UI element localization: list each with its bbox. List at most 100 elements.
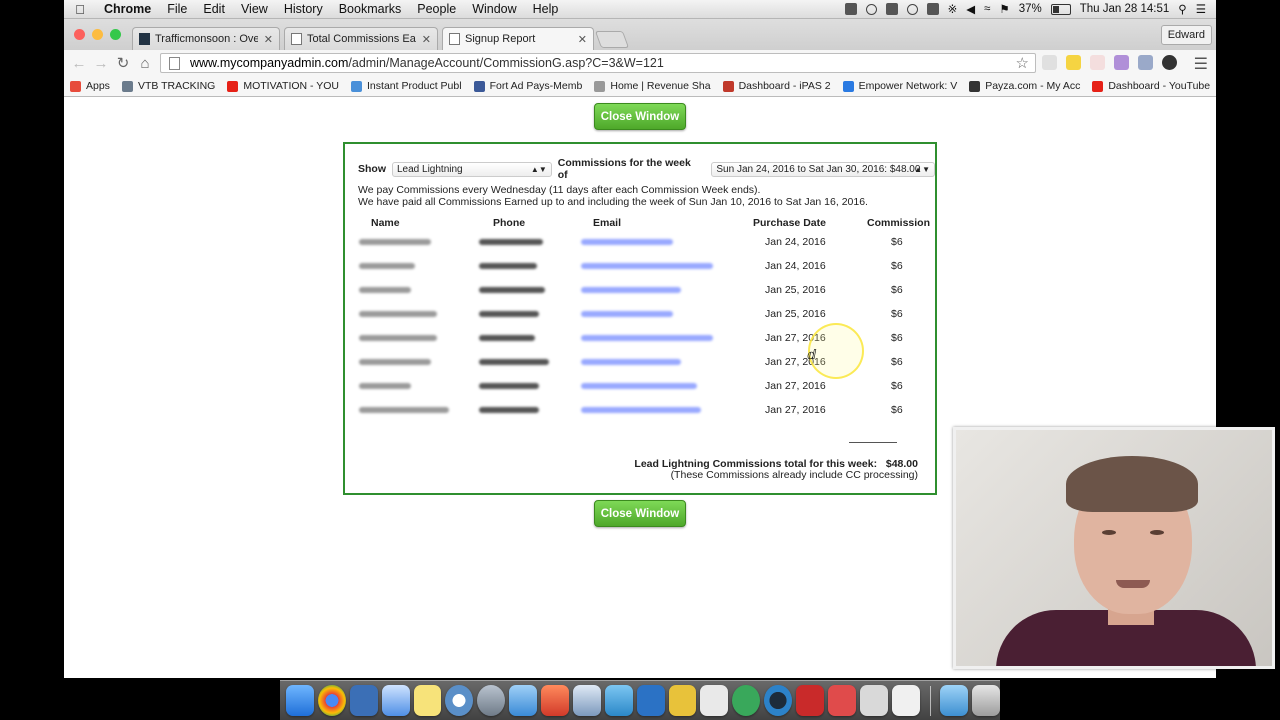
app-icon[interactable] — [604, 685, 633, 716]
notes-icon[interactable] — [413, 685, 442, 716]
sync-icon[interactable] — [906, 3, 918, 15]
window-maximize-button[interactable] — [110, 29, 121, 40]
profile-button[interactable]: Edward — [1160, 25, 1212, 45]
bookmark-label: Empower Network: V — [858, 80, 958, 92]
menu-window[interactable]: Window — [464, 2, 524, 16]
close-tab-icon[interactable]: ✕ — [422, 33, 431, 46]
tab-trafficmonsoon[interactable]: Trafficmonsoon : Overview ✕ — [132, 27, 280, 50]
close-tab-icon[interactable]: ✕ — [264, 33, 273, 46]
bookmark-label: Dashboard - iPAS 2 — [738, 80, 831, 92]
address-bar[interactable]: www.mycompanyadmin.com/admin/ManageAccou… — [160, 53, 1036, 73]
app-icon[interactable] — [541, 685, 569, 716]
blurred-email[interactable] — [581, 239, 673, 245]
app-icon[interactable] — [764, 685, 792, 716]
blurred-email[interactable] — [581, 383, 697, 389]
extension-icon[interactable] — [1114, 55, 1129, 70]
forward-icon[interactable]: → — [90, 55, 112, 72]
menu-bookmarks[interactable]: Bookmarks — [331, 2, 410, 16]
blurred-email[interactable] — [581, 359, 681, 365]
menu-edit[interactable]: Edit — [195, 2, 233, 16]
apple-icon[interactable]:  — [64, 2, 96, 17]
keynote-icon[interactable] — [636, 685, 665, 716]
bookmark-star-icon[interactable]: ☆ — [1016, 54, 1029, 72]
close-window-button-top[interactable]: Close Window — [594, 103, 686, 130]
blurred-email[interactable] — [581, 263, 713, 269]
app-icon[interactable] — [381, 685, 410, 716]
notification-center-icon[interactable]: ☰ — [1196, 2, 1206, 16]
close-window-button-bottom[interactable]: Close Window — [594, 500, 686, 527]
chrome-icon[interactable] — [317, 685, 346, 716]
record-icon[interactable] — [865, 3, 877, 15]
bookmark-instant-product[interactable]: Instant Product Publ — [351, 80, 462, 92]
app-icon[interactable] — [796, 685, 824, 716]
extension-icon[interactable] — [1042, 55, 1057, 70]
bluetooth-icon[interactable]: ※ — [948, 2, 958, 16]
spotlight-icon[interactable]: ⚲ — [1178, 2, 1186, 16]
new-tab-button[interactable] — [594, 31, 630, 48]
download-icon[interactable] — [885, 3, 898, 15]
app-icon[interactable] — [732, 685, 761, 716]
tab-signup-report[interactable]: Signup Report ✕ — [442, 27, 594, 50]
table-row: Jan 27, 2016 $6 — [355, 398, 930, 422]
app-icon[interactable] — [891, 685, 920, 716]
clock[interactable]: Thu Jan 28 14:51 — [1080, 3, 1170, 15]
site-icon — [722, 80, 734, 92]
bookmark-vtb-tracking[interactable]: VTB TRACKING — [121, 80, 215, 92]
app-icon[interactable] — [700, 685, 729, 716]
tool-icon[interactable] — [926, 3, 939, 15]
close-tab-icon[interactable]: ✕ — [578, 33, 587, 46]
app-icon[interactable] — [509, 685, 537, 716]
app-icon[interactable] — [668, 685, 697, 716]
bookmark-home-revenue[interactable]: Home | Revenue Sha — [594, 80, 711, 92]
reload-icon[interactable]: ↻ — [112, 54, 134, 72]
launchpad-icon[interactable] — [477, 685, 506, 716]
menu-app-name[interactable]: Chrome — [96, 2, 159, 16]
blurred-email[interactable] — [581, 287, 681, 293]
app-icon[interactable] — [859, 685, 888, 716]
app-icon[interactable] — [445, 685, 474, 716]
flag-icon[interactable]: ⚑ — [999, 2, 1009, 16]
preview-icon[interactable] — [572, 685, 601, 716]
extension-icon[interactable] — [1162, 55, 1177, 70]
finder-icon[interactable] — [286, 685, 314, 716]
blurred-phone — [479, 359, 549, 365]
bookmark-youtube-dashboard[interactable]: Dashboard - YouTube — [1092, 80, 1210, 92]
window-minimize-button[interactable] — [92, 29, 103, 40]
chrome-menu-icon[interactable]: ☰ — [1194, 54, 1208, 74]
extension-icon[interactable] — [1138, 55, 1153, 70]
status-app-icon[interactable] — [844, 3, 857, 15]
trash-icon[interactable] — [972, 685, 1001, 716]
pdf-icon[interactable] — [827, 685, 856, 716]
blurred-email[interactable] — [581, 335, 713, 341]
url-text[interactable]: www.mycompanyadmin.com/admin/ManageAccou… — [190, 56, 1016, 70]
menu-people[interactable]: People — [409, 2, 464, 16]
bookmark-ipas[interactable]: Dashboard - iPAS 2 — [722, 80, 831, 92]
app-icon[interactable] — [349, 685, 378, 716]
bookmark-fort-ad[interactable]: Fort Ad Pays-Memb — [473, 80, 582, 92]
extension-icon[interactable] — [1066, 55, 1081, 70]
home-icon[interactable]: ⌂ — [134, 55, 156, 72]
bookmark-empower[interactable]: Empower Network: V — [842, 80, 958, 92]
bookmark-apps[interactable]: Apps — [70, 80, 110, 92]
blurred-email[interactable] — [581, 311, 673, 317]
battery-percent[interactable]: 37% — [1019, 3, 1042, 15]
tab-total-commissions[interactable]: Total Commissions Earned ✕ — [284, 27, 438, 50]
product-select[interactable]: Lead Lightning ▲▼ — [392, 161, 552, 177]
battery-icon[interactable] — [1050, 3, 1071, 15]
week-select[interactable]: Sun Jan 24, 2016 to Sat Jan 30, 2016: $4… — [711, 161, 935, 177]
menu-help[interactable]: Help — [525, 2, 567, 16]
bookmark-payza[interactable]: Payza.com - My Acc — [969, 80, 1080, 92]
bookmark-motivation[interactable]: MOTIVATION - YOU — [227, 80, 339, 92]
extension-icon[interactable] — [1090, 55, 1105, 70]
table-row: Jan 24, 2016 $6 — [355, 254, 930, 278]
menu-file[interactable]: File — [159, 2, 195, 16]
wifi-icon[interactable]: ≈ — [984, 3, 990, 15]
back-icon[interactable]: ← — [68, 55, 90, 72]
menu-view[interactable]: View — [233, 2, 276, 16]
window-close-button[interactable] — [74, 29, 85, 40]
volume-icon[interactable]: ◀ — [966, 2, 975, 16]
menu-history[interactable]: History — [276, 2, 331, 16]
page-info-icon[interactable] — [169, 56, 180, 70]
folder-icon[interactable] — [940, 685, 969, 716]
blurred-email[interactable] — [581, 407, 701, 413]
